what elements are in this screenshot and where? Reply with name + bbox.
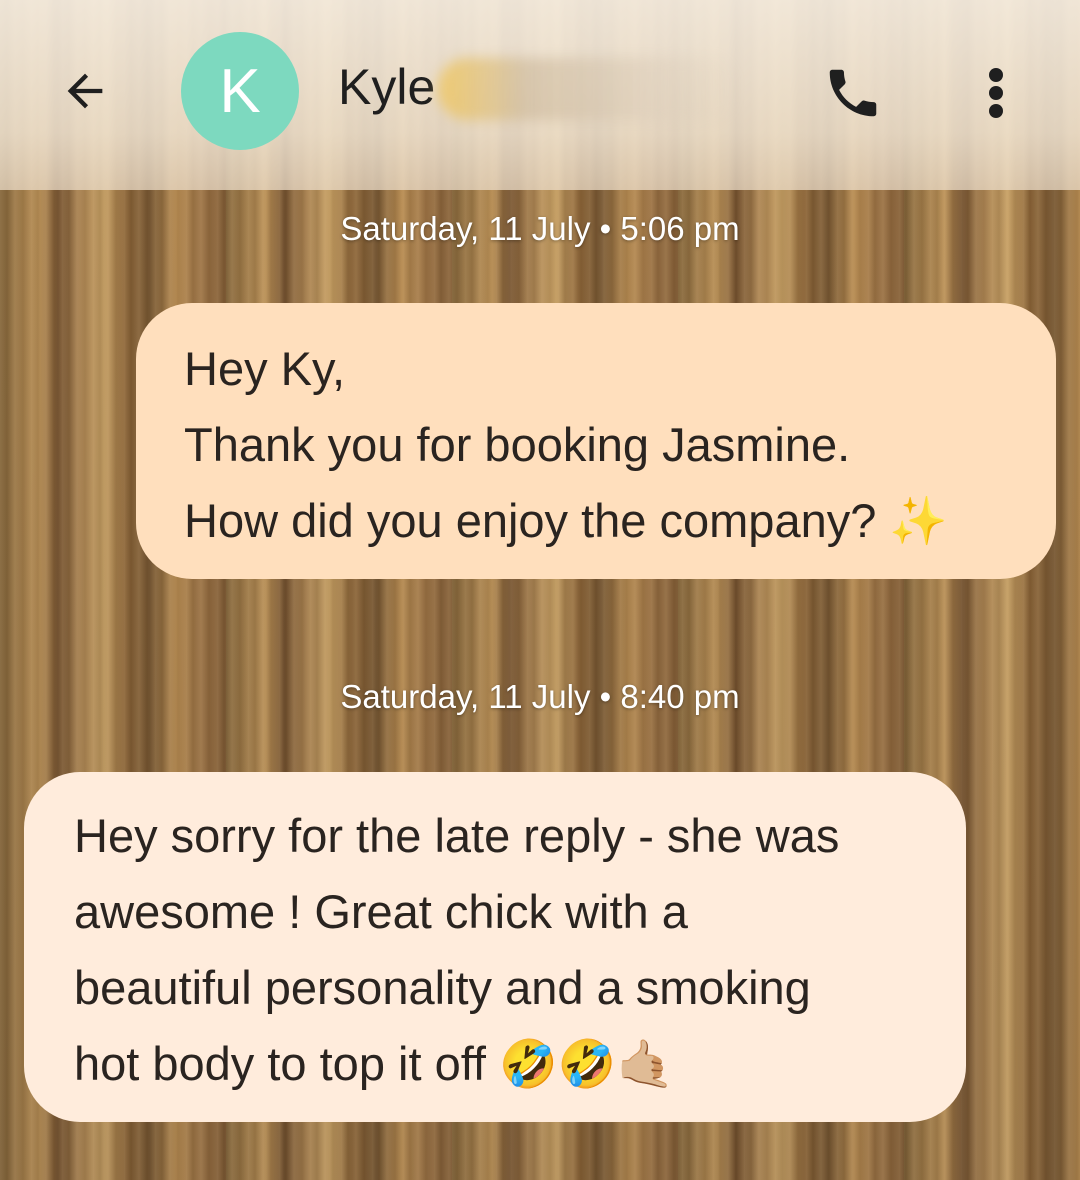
back-button[interactable] (54, 60, 116, 122)
message-line: Thank you for booking Jasmine. (184, 418, 851, 471)
message-timestamp: Saturday, 11 July • 8:40 pm (340, 678, 740, 715)
incoming-message-bubble[interactable]: Hey sorry for the late reply - she was a… (24, 772, 966, 1122)
message-line: Hey sorry for the late reply - she was (74, 809, 840, 862)
phone-icon (829, 69, 877, 117)
outgoing-message-bubble[interactable]: Hey Ky, Thank you for booking Jasmine. H… (136, 303, 1056, 579)
contact-avatar[interactable]: K (181, 32, 299, 150)
arrow-left-icon (67, 73, 103, 109)
conversation-header: K Kyle (0, 0, 1080, 190)
message-line: Hey Ky, (184, 342, 346, 395)
message-timestamp: Saturday, 11 July • 5:06 pm (340, 210, 740, 247)
call-button[interactable] (818, 60, 888, 126)
message-line: hot body to top it off 🤣🤣🤙🏼 (74, 1037, 675, 1090)
message-line: awesome ! Great chick with a (74, 885, 688, 938)
messaging-screen: K Kyle Saturday, 11 July • 5:06 pm Hey K… (0, 0, 1080, 1180)
message-line: beautiful personality and a smoking (74, 961, 811, 1014)
message-line: How did you enjoy the company? ✨ (184, 494, 948, 547)
more-options-button[interactable] (968, 60, 1024, 126)
more-vert-icon (989, 68, 1003, 118)
redacted-name-blur (438, 58, 738, 120)
contact-name[interactable]: Kyle (338, 58, 435, 116)
